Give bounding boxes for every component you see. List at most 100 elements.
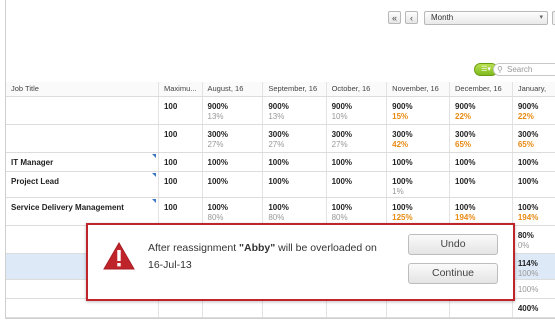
allocation-value: 900% [331, 102, 353, 111]
dialog-message: After reassignment "Abby" will be overlo… [148, 240, 398, 274]
column-header[interactable]: October, 16 [326, 82, 388, 97]
allocation-cell[interactable]: 100% [449, 171, 513, 198]
job-title-cell [6, 96, 159, 125]
utilization-value: 80% [207, 213, 224, 222]
allocation-cell[interactable]: 300% 27% [326, 124, 388, 153]
allocation-value: 300% [268, 130, 289, 139]
allocation-value: 900% [455, 102, 476, 111]
table-header-row: Job Title Maximu... August, 16 September, 1… [6, 82, 555, 97]
continue-button[interactable]: Continue [408, 263, 498, 284]
table-row[interactable]: 100 300% 27% 300% 27% 300% 27% 300% 42% 300% 65% 30… [6, 124, 555, 153]
table-row[interactable]: 400% [6, 298, 555, 318]
undo-button[interactable]: Undo [408, 234, 498, 255]
column-header[interactable]: Job Title [6, 82, 159, 97]
allocation-cell[interactable]: 400% [512, 298, 555, 318]
allocation-value: 100% [392, 177, 413, 186]
allocation-cell[interactable]: 100% 194% [512, 197, 555, 226]
utilization-value: 15% [392, 112, 409, 121]
utilization-value: 100% [517, 269, 539, 278]
allocation-cell[interactable]: 300% 65% [512, 124, 555, 153]
allocation-cell[interactable]: 100% [262, 171, 327, 198]
utilization-value: 10% [331, 112, 348, 121]
column-header[interactable]: January, [512, 82, 555, 97]
allocation-cell[interactable]: 100% 194% [449, 197, 513, 226]
allocation-value: 300% [207, 130, 228, 139]
period-select-value: Month [431, 13, 454, 22]
period-select[interactable]: Month ▾ [424, 11, 548, 25]
allocation-cell[interactable]: 100% [262, 152, 327, 172]
allocation-cell[interactable]: 100% [386, 152, 450, 172]
column-header[interactable]: September, 16 [262, 82, 327, 97]
allocation-cell[interactable]: 300% 27% [202, 124, 264, 153]
allocation-value: 300% [331, 130, 353, 139]
table-row[interactable]: IT Manager 100 100% 100% 100% 100% 100% 100% [6, 152, 555, 172]
allocation-cell[interactable]: 300% 42% [386, 124, 450, 153]
utilization-value: 27% [331, 140, 348, 149]
allocation-cell[interactable]: 900% 13% [202, 96, 264, 125]
allocation-cell[interactable]: 100% [512, 279, 555, 299]
allocation-value: 100% [455, 158, 476, 167]
utilization-value: 65% [455, 140, 472, 149]
allocation-cell[interactable]: 100% 80% [326, 197, 388, 226]
allocation-cell[interactable]: 100% [202, 152, 264, 172]
utilization-value: 1% [392, 187, 404, 196]
utilization-value: 194% [455, 213, 476, 222]
allocation-cell[interactable]: 100% [512, 171, 555, 198]
chevron-down-icon: ▾ [539, 14, 543, 21]
allocation-cell[interactable]: 900% 13% [262, 96, 327, 125]
warning-triangle-icon [103, 242, 135, 270]
search-placeholder: Search [507, 65, 533, 74]
allocation-value: 114% [517, 259, 538, 268]
allocation-cell[interactable] [386, 298, 450, 318]
allocation-cell[interactable]: 300% 65% [449, 124, 513, 153]
allocation-value: 300% [455, 130, 476, 139]
allocation-cell[interactable]: 300% 27% [262, 124, 327, 153]
previous-period-button[interactable]: ‹ [405, 11, 418, 24]
allocation-value: 100% [331, 158, 353, 167]
search-icon: ⚲ [497, 65, 503, 74]
allocation-value: 100% [517, 177, 539, 186]
allocation-cell[interactable]: 100% [202, 171, 264, 198]
table-row[interactable]: Project Lead 100 100% 100% 100% 100% 1% 100% 100… [6, 171, 555, 198]
allocation-value: 100% [268, 177, 289, 186]
allocation-cell[interactable]: 114% 100% [512, 253, 555, 280]
allocation-cell[interactable]: 80% 0% [512, 225, 555, 254]
allocation-cell[interactable]: 100% 80% [262, 197, 327, 226]
dialog-message-prefix: After reassignment [148, 242, 240, 254]
utilization-value: 13% [207, 112, 224, 121]
utilization-value: 80% [331, 213, 348, 222]
allocation-cell[interactable] [326, 298, 388, 318]
allocation-cell[interactable]: 100% 1% [386, 171, 450, 198]
job-title: Project Lead [11, 177, 60, 186]
column-header[interactable]: December, 16 [449, 82, 513, 97]
first-period-button[interactable]: « [388, 11, 401, 24]
maximum-cell: 100 [158, 96, 203, 125]
allocation-cell[interactable]: 100% [449, 152, 513, 172]
allocation-value: 100% [207, 177, 228, 186]
allocation-cell[interactable] [262, 298, 327, 318]
allocation-value: 300% [392, 130, 413, 139]
utilization-value: 0% [517, 241, 530, 250]
allocation-cell[interactable]: 900% 10% [326, 96, 388, 125]
column-header[interactable]: November, 16 [386, 82, 450, 97]
allocation-cell[interactable]: 100% [326, 152, 388, 172]
allocation-cell[interactable]: 900% 22% [449, 96, 513, 125]
allocation-value: 900% [392, 102, 413, 111]
maximum-cell: 100 [158, 124, 203, 153]
allocation-cell[interactable]: 100% [512, 152, 555, 172]
allocation-cell[interactable] [202, 298, 264, 318]
table-row[interactable]: 100 900% 13% 900% 13% 900% 10% 900% 15% 900% 22% 90… [6, 96, 555, 125]
allocation-cell[interactable]: 900% 15% [386, 96, 450, 125]
allocation-cell[interactable]: 900% 22% [512, 96, 555, 125]
utilization-value: 100% [517, 285, 539, 294]
column-header[interactable]: August, 16 [202, 82, 264, 97]
allocation-cell[interactable]: 100% [326, 171, 388, 198]
allocation-cell[interactable]: 100% 125% [386, 197, 450, 226]
search-input[interactable]: ⚲ Search [493, 63, 555, 76]
table-row[interactable]: Service Delivery Management 100 100% 80% 100… [6, 197, 555, 226]
allocation-cell[interactable] [449, 298, 513, 318]
overload-warning-dialog: After reassignment "Abby" will be overlo… [86, 223, 515, 301]
column-header[interactable]: Maximu... [158, 82, 203, 97]
allocation-cell[interactable]: 100% 80% [202, 197, 264, 226]
job-title-cell [6, 298, 159, 318]
